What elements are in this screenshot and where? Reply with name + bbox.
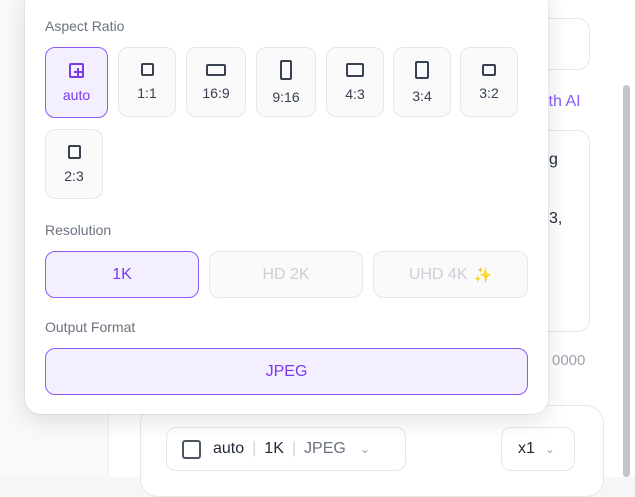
square-icon xyxy=(140,63,154,76)
resolution-uhd-4k[interactable]: UHD 4K ✨ xyxy=(373,251,528,298)
portrait-rect-icon xyxy=(415,60,429,79)
settings-format: JPEG xyxy=(304,440,346,457)
aspect-ratio-label-text: auto xyxy=(62,86,91,103)
settings-ratio: auto xyxy=(213,440,245,457)
aspect-ratio-label-text: 1:1 xyxy=(137,85,157,101)
aspect-ratio-4-3[interactable]: 4:3 xyxy=(326,47,384,117)
landscape-rect-icon xyxy=(346,62,364,77)
scrollbar-thumb[interactable] xyxy=(623,85,630,477)
aspect-ratio-label-text: 3:4 xyxy=(412,87,432,104)
aspect-ratio-label: Aspect Ratio xyxy=(45,18,125,34)
aspect-ratio-3-4[interactable]: 3:4 xyxy=(393,47,451,117)
character-counter: 0000 xyxy=(552,352,586,369)
resolution-label-text: HD 2K xyxy=(262,265,310,283)
portrait-rect-icon xyxy=(280,59,292,80)
enhance-with-ai-link[interactable]: ith AI xyxy=(545,93,581,111)
image-settings-popover: Aspect Ratio auto 1:1 16:9 9:16 4:3 3:4 … xyxy=(25,0,548,414)
landscape-rect-icon xyxy=(206,63,226,76)
resolution-label: Resolution xyxy=(45,222,112,238)
aspect-ratio-label-text: 3:2 xyxy=(479,84,499,101)
separator: | xyxy=(291,440,297,457)
prompt-text-fragment: g xyxy=(549,151,558,168)
aspect-ratio-auto[interactable]: auto xyxy=(45,47,108,118)
aspect-ratio-label-text: 4:3 xyxy=(345,85,365,102)
chevron-down-icon: ⌄ xyxy=(359,442,370,456)
aspect-square-icon xyxy=(182,439,201,459)
aspect-ratio-2-3[interactable]: 2:3 xyxy=(45,129,103,199)
output-format-label-text: JPEG xyxy=(265,362,308,380)
resolution-label-text: UHD 4K xyxy=(408,265,468,283)
sparkles-icon: ✨ xyxy=(473,266,493,284)
resolution-hd-2k[interactable]: HD 2K xyxy=(209,251,363,298)
chevron-down-icon: ⌄ xyxy=(544,442,555,456)
portrait-rect-icon xyxy=(67,144,81,159)
aspect-ratio-9-16[interactable]: 9:16 xyxy=(256,47,316,117)
landscape-rect-icon xyxy=(482,63,496,76)
image-settings-button[interactable]: auto | 1K | JPEG ⌄ xyxy=(166,427,406,471)
separator: | xyxy=(252,440,257,457)
plus-square-icon xyxy=(69,62,84,78)
settings-resolution: 1K xyxy=(264,440,284,457)
aspect-ratio-16-9[interactable]: 16:9 xyxy=(186,47,246,117)
aspect-ratio-3-2[interactable]: 3:2 xyxy=(460,47,518,117)
output-format-label: Output Format xyxy=(45,319,136,335)
image-count-value: x1 xyxy=(518,440,535,457)
image-count-select[interactable]: x1 ⌄ xyxy=(501,427,575,471)
resolution-1k[interactable]: 1K xyxy=(45,251,199,298)
output-format-jpeg[interactable]: JPEG xyxy=(45,348,528,395)
prompt-text-fragment: 3, xyxy=(549,210,563,227)
aspect-ratio-label-text: 9:16 xyxy=(272,88,300,105)
aspect-ratio-label-text: 16:9 xyxy=(202,84,230,101)
aspect-ratio-label-text: 2:3 xyxy=(64,167,84,184)
resolution-label-text: 1K xyxy=(112,265,132,283)
aspect-ratio-1-1[interactable]: 1:1 xyxy=(118,47,176,117)
